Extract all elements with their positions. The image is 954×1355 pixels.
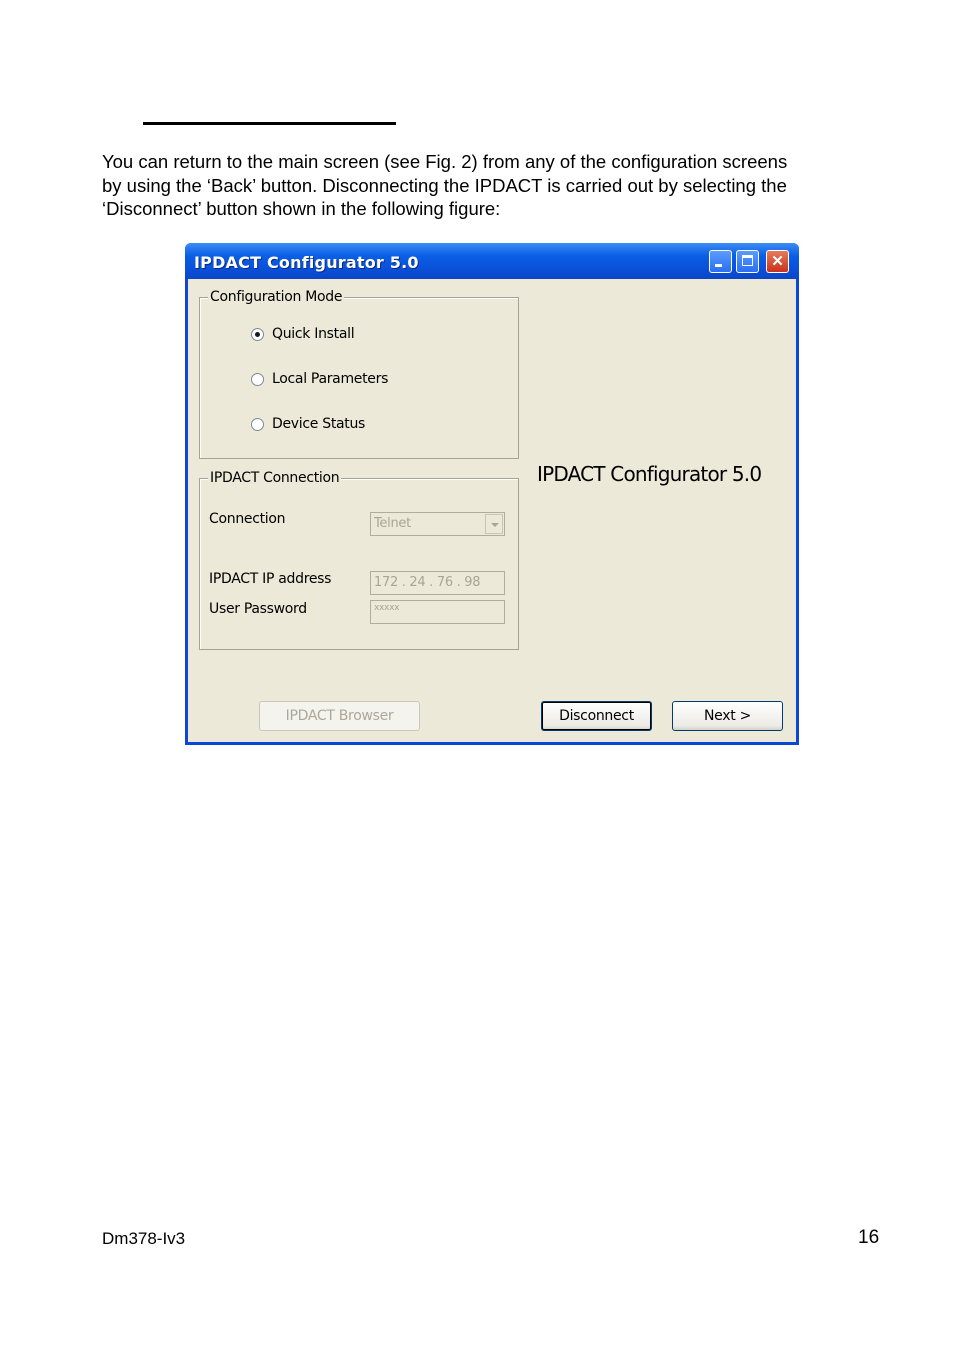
close-icon: ✕ xyxy=(771,253,784,270)
next-button[interactable]: Next > xyxy=(672,701,783,731)
configuration-mode-legend: Configuration Mode xyxy=(208,289,345,305)
configuration-mode-group: Configuration Mode Quick Install Local P… xyxy=(199,289,519,459)
ipdact-connection-group: IPDACT Connection Connection Telnet IPDA… xyxy=(199,470,519,650)
document-id: Dm378-Iv3 xyxy=(102,1229,186,1248)
ip-address-field[interactable]: 172 . 24 . 76 . 98 xyxy=(370,571,505,595)
paragraph-line: by using the ‘Back’ button. Disconnectin… xyxy=(102,174,787,196)
product-title: IPDACT Configurator 5.0 xyxy=(537,462,762,486)
window-title: IPDACT Configurator 5.0 xyxy=(194,253,419,272)
ipdact-browser-button[interactable]: IPDACT Browser xyxy=(259,701,420,731)
user-password-value: xxxxx xyxy=(374,603,400,613)
connection-select-value: Telnet xyxy=(374,516,411,531)
page-number: 16 xyxy=(858,1227,880,1248)
quick-install-label[interactable]: Quick Install xyxy=(272,326,355,342)
user-password-label: User Password xyxy=(209,601,307,617)
ipdact-connection-legend: IPDACT Connection xyxy=(208,470,342,486)
local-parameters-label[interactable]: Local Parameters xyxy=(272,371,388,387)
maximize-icon xyxy=(742,255,753,266)
ip-address-label: IPDACT IP address xyxy=(209,571,332,587)
disconnect-button[interactable]: Disconnect xyxy=(541,701,652,731)
connection-select[interactable]: Telnet xyxy=(370,512,505,536)
maximize-button[interactable] xyxy=(736,250,759,273)
device-status-label[interactable]: Device Status xyxy=(272,416,365,432)
window-client-area: Configuration Mode Quick Install Local P… xyxy=(188,279,796,742)
window-titlebar[interactable]: IPDACT Configurator 5.0 ✕ xyxy=(185,243,799,279)
quick-install-radio[interactable] xyxy=(251,328,264,341)
local-parameters-radio[interactable] xyxy=(251,373,264,386)
device-status-radio[interactable] xyxy=(251,418,264,431)
section-heading-rule xyxy=(143,122,396,125)
body-paragraph: You can return to the main screen (see F… xyxy=(102,150,892,221)
connection-label: Connection xyxy=(209,511,286,527)
paragraph-line: ‘Disconnect’ button shown in the followi… xyxy=(102,198,501,219)
paragraph-line: You can return to the main screen (see F… xyxy=(102,151,788,172)
user-password-field[interactable]: xxxxx xyxy=(370,600,505,624)
minimize-button[interactable] xyxy=(709,250,732,273)
minimize-icon xyxy=(715,264,722,267)
ip-address-value: 172 . 24 . 76 . 98 xyxy=(374,575,481,590)
close-button[interactable]: ✕ xyxy=(766,250,789,273)
configurator-window: IPDACT Configurator 5.0 ✕ Configuration … xyxy=(185,243,799,745)
chevron-down-icon[interactable] xyxy=(485,514,503,534)
